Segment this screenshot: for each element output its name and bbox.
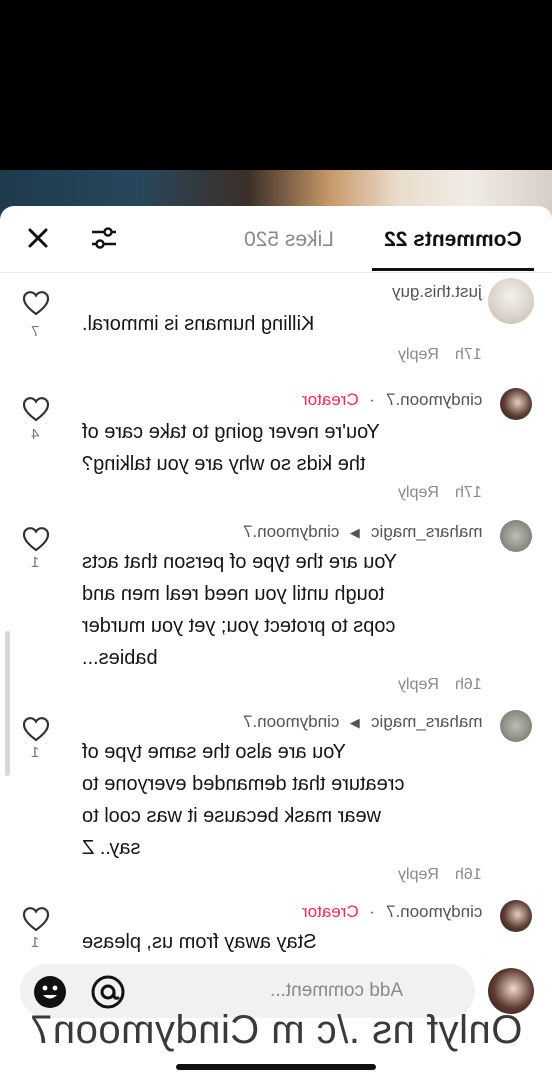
comment-time: 16h xyxy=(455,676,482,693)
comment-item: just.this.guy Killing humans is immoral.… xyxy=(0,276,552,371)
comment-time: 17h xyxy=(455,484,482,501)
sliders-icon xyxy=(92,227,116,249)
comment-reply-link[interactable]: Reply xyxy=(398,484,439,502)
like-count: 1 xyxy=(31,744,40,761)
comment-time: 17h xyxy=(455,346,482,363)
heart-outline-icon[interactable] xyxy=(22,290,50,316)
comment-username[interactable]: Creator · cindymoon.7 xyxy=(302,902,482,922)
heart-outline-icon[interactable] xyxy=(22,396,50,422)
comment-reply-link[interactable]: Reply xyxy=(398,866,439,884)
comment-text: Killing humans is immoral. xyxy=(82,313,315,335)
watermark-text: Onlyf ns ./c m Cindymoon7 xyxy=(29,1008,523,1052)
at-icon[interactable] xyxy=(90,974,126,1010)
avatar[interactable] xyxy=(500,710,532,742)
heart-outline-icon[interactable] xyxy=(22,906,50,932)
scrollbar[interactable] xyxy=(5,631,10,776)
close-button[interactable] xyxy=(22,222,54,254)
comment-meta: Reply 17h xyxy=(398,346,482,364)
active-tab-indicator xyxy=(372,268,534,271)
comment-meta: Reply 16h xyxy=(398,676,482,694)
heart-outline-icon[interactable] xyxy=(22,716,50,742)
tab-bar: Likes 520 Comments 22 xyxy=(0,206,552,273)
tab-comments[interactable]: Comments 22 xyxy=(384,228,522,252)
comment-list[interactable]: just.this.guy Killing humans is immoral.… xyxy=(0,276,552,956)
like-count: 1 xyxy=(31,554,40,571)
comment-username[interactable]: cindymoon.7 ◀ mahars_magic xyxy=(243,522,482,542)
filter-button[interactable] xyxy=(88,222,120,254)
comment-placeholder: Add comment... xyxy=(269,980,403,1001)
comment-item: cindymoon.7 ◀ mahars_magic You are the t… xyxy=(0,516,552,701)
heart-outline-icon[interactable] xyxy=(22,526,50,552)
avatar[interactable] xyxy=(500,900,532,932)
comment-reply-link[interactable]: Reply xyxy=(398,346,439,364)
tab-likes[interactable]: Likes 520 xyxy=(244,228,334,252)
like-count: 7 xyxy=(31,323,40,340)
comment-reply-link[interactable]: Reply xyxy=(398,676,439,694)
avatar[interactable] xyxy=(500,520,532,552)
comment-composer: Add comment... Onlyf ns ./c m Cindymoon7 xyxy=(0,954,552,1079)
comment-username[interactable]: cindymoon.7 ◀ mahars_magic xyxy=(243,712,482,732)
comment-meta: Reply 16h xyxy=(398,866,482,884)
comment-text: You are the type of person that acts tou… xyxy=(82,551,398,669)
comment-meta: Reply 17h xyxy=(398,484,482,502)
emoji-icon[interactable] xyxy=(32,974,68,1010)
like-count: 1 xyxy=(31,934,40,951)
comment-item: Creator · cindymoon.7 Stay away from us,… xyxy=(0,896,552,956)
comment-text: You're never going to take care of the k… xyxy=(82,421,380,475)
creator-badge: Creator xyxy=(301,390,359,409)
home-indicator xyxy=(176,1064,376,1070)
creator-badge: Creator xyxy=(301,902,359,921)
close-icon xyxy=(28,228,48,248)
comment-item: cindymoon.7 ◀ mahars_magic You are also … xyxy=(0,706,552,891)
comment-username[interactable]: just.this.guy xyxy=(392,282,482,302)
comment-time: 16h xyxy=(455,866,482,883)
comment-text: You are also the same type of creature t… xyxy=(82,741,405,859)
avatar[interactable] xyxy=(488,278,534,324)
avatar[interactable] xyxy=(500,388,532,420)
like-count: 4 xyxy=(31,426,40,443)
comment-username[interactable]: Creator · cindymoon.7 xyxy=(302,390,482,410)
comment-item: Creator · cindymoon.7 You're never going… xyxy=(0,384,552,509)
comments-panel: Likes 520 Comments 22 just.this.guy Kill… xyxy=(0,206,552,1079)
